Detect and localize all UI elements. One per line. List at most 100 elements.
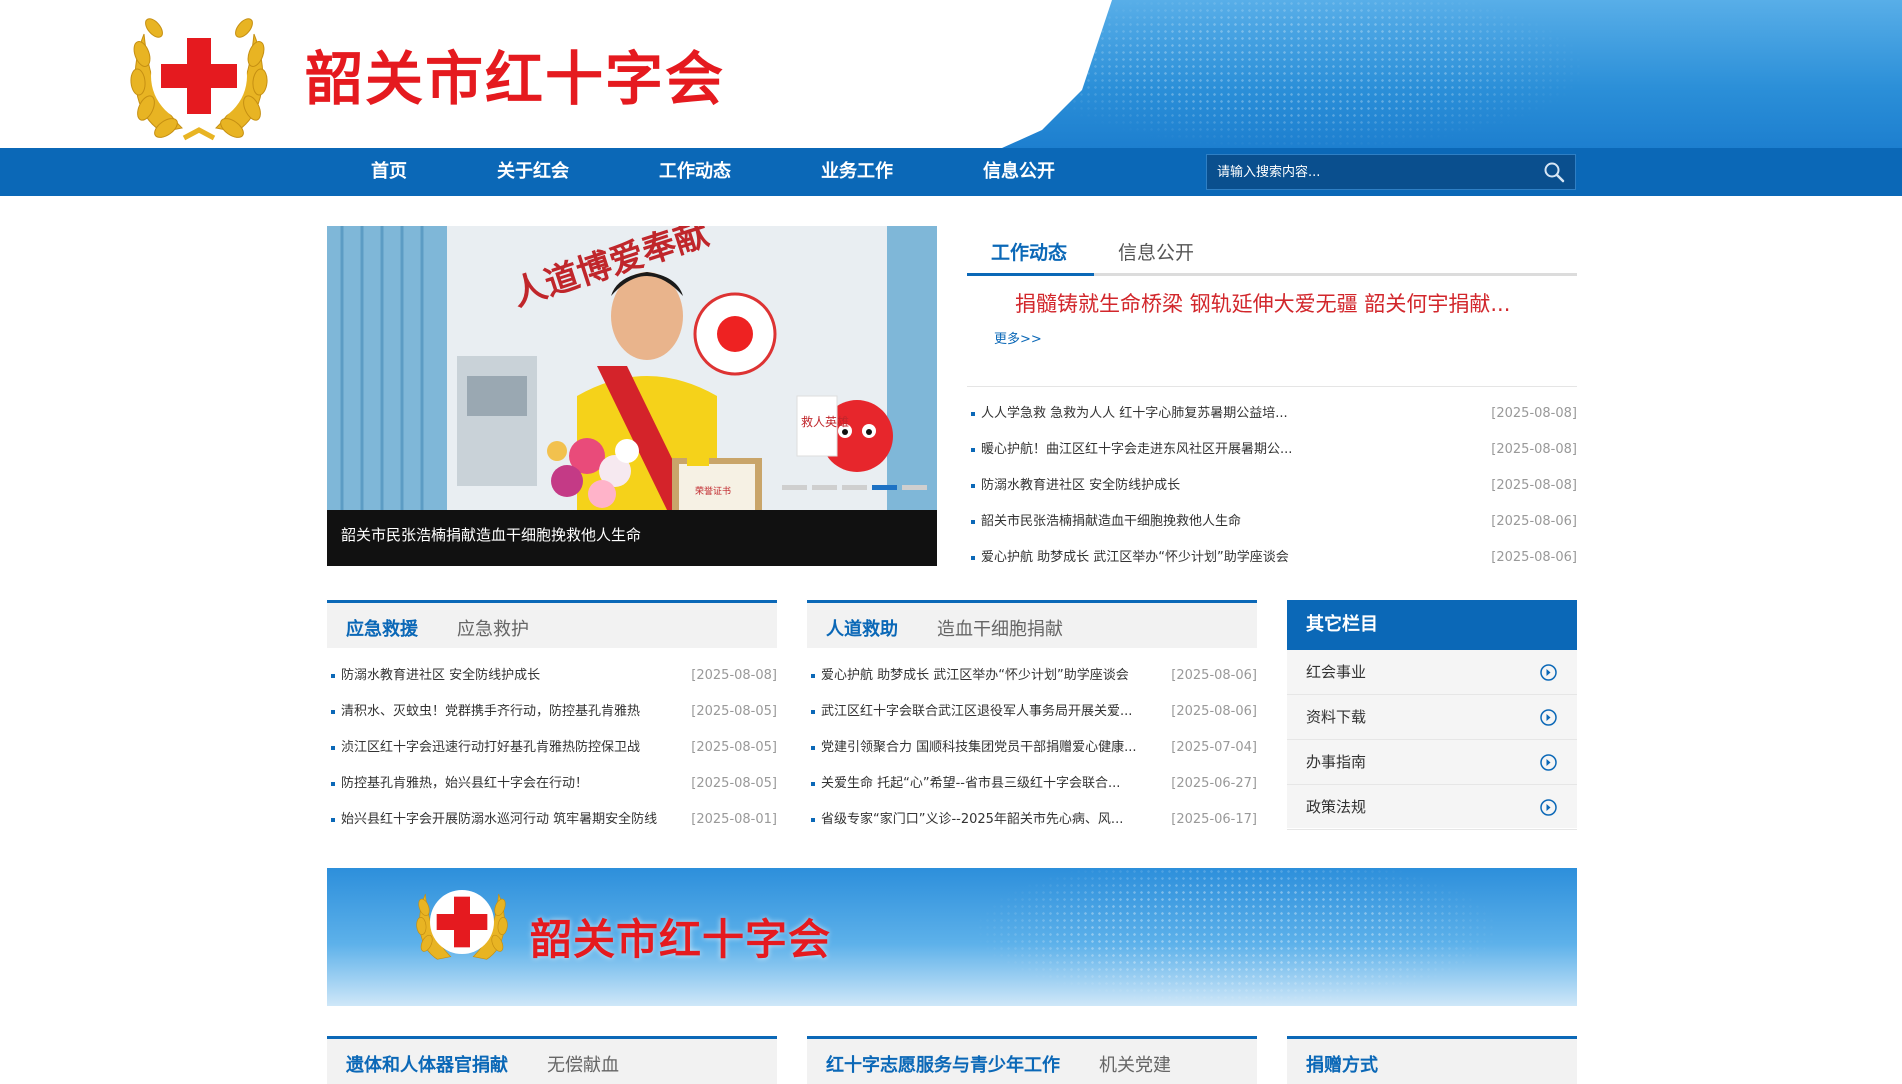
slide-dot-4[interactable] xyxy=(872,485,897,490)
item-title[interactable]: 始兴县红十字会开展防溺水巡河行动 筑牢暑期安全防线 xyxy=(341,802,681,838)
list-item[interactable]: 省级专家“家门口”义诊--2025年韶关市先心病、风... [2025-06-17… xyxy=(807,802,1257,838)
other-item-policies[interactable]: 政策法规 xyxy=(1287,785,1577,830)
list-item[interactable]: 韶关市民张浩楠捐献造血干细胞挽救他人生命 [2025-08-06] xyxy=(967,504,1577,540)
item-date: [2025-08-05] xyxy=(691,704,777,719)
section-emergency: 应急救援 应急救护 防溺水教育进社区 安全防线护成长 [2025-08-08] 清… xyxy=(327,600,777,840)
bullet-icon xyxy=(811,782,815,786)
search-icon[interactable] xyxy=(1541,159,1567,185)
list-item[interactable]: 党建引领聚合力 国顺科技集团党员干部捐赠爱心健康... [2025-07-04] xyxy=(807,730,1257,766)
tab-humanitarian-aid[interactable]: 人道救助 xyxy=(826,615,898,641)
list-item[interactable]: 防溺水教育进社区 安全防线护成长 [2025-08-08] xyxy=(967,468,1577,504)
section-header: 应急救援 应急救护 xyxy=(327,600,777,648)
slide-photo[interactable]: 人道博爱奉献 荣誉证书 救人英雄 xyxy=(327,226,937,510)
list-item[interactable]: 武江区红十字会联合武江区退役军人事务局开展关爱... [2025-08-06] xyxy=(807,694,1257,730)
slide-caption[interactable]: 韶关市民张浩楠捐献造血干细胞挽救他人生命 xyxy=(341,524,641,545)
active-tab-indicator xyxy=(967,273,1094,276)
other-item-label: 政策法规 xyxy=(1306,798,1367,816)
svg-text:荣誉证书: 荣誉证书 xyxy=(695,485,731,497)
slide-dot-1[interactable] xyxy=(782,485,807,490)
list-item[interactable]: 防控基孔肯雅热，始兴县红十字会在行动！ [2025-08-05] xyxy=(327,766,777,802)
section-header-donation-methods: 捐赠方式 xyxy=(1287,1036,1577,1084)
nav-item-about[interactable]: 关于红会 xyxy=(497,148,569,196)
slide-dot-5[interactable] xyxy=(902,485,927,490)
site-title: 韶关市红十字会 xyxy=(305,45,726,113)
bullet-icon xyxy=(811,746,815,750)
nav-item-home[interactable]: 首页 xyxy=(371,148,407,196)
item-title[interactable]: 爱心护航 助梦成长 武江区举办“怀少计划”助学座谈会 xyxy=(821,658,1161,694)
photo-slider[interactable]: 人道博爱奉献 荣誉证书 救人英雄 韶关市民张浩楠捐献造血干细胞挽救他人生命 xyxy=(327,226,937,566)
section-humanitarian: 人道救助 造血干细胞捐献 爱心护航 助梦成长 武江区举办“怀少计划”助学座谈会 [… xyxy=(807,600,1257,840)
item-title[interactable]: 浈江区红十字会迅速行动打好基孔肯雅热防控保卫战 xyxy=(341,730,681,766)
item-title[interactable]: 清积水、灭蚊虫！党群携手齐行动，防控基孔肯雅热 xyxy=(341,694,681,730)
item-title[interactable]: 武江区红十字会联合武江区退役军人事务局开展关爱... xyxy=(821,694,1161,730)
other-columns-panel: 其它栏目 红会事业 资料下载 办事指南 政策法规 xyxy=(1287,600,1577,830)
list-item[interactable]: 清积水、灭蚊虫！党群携手齐行动，防控基孔肯雅热 [2025-08-05] xyxy=(327,694,777,730)
other-item-red-cross-cause[interactable]: 红会事业 xyxy=(1287,650,1577,695)
list-item[interactable]: 防溺水教育进社区 安全防线护成长 [2025-08-08] xyxy=(327,658,777,694)
list-item[interactable]: 浈江区红十字会迅速行动打好基孔肯雅热防控保卫战 [2025-08-05] xyxy=(327,730,777,766)
item-date: [2025-08-01] xyxy=(691,812,777,827)
slide-dot-3[interactable] xyxy=(842,485,867,490)
item-date: [2025-08-05] xyxy=(691,776,777,791)
tab-blood-donation[interactable]: 无偿献血 xyxy=(547,1051,619,1077)
list-item[interactable]: 关爱生命 托起“心”希望--省市县三级红十字会联合... [2025-06-27] xyxy=(807,766,1257,802)
bullet-icon xyxy=(811,674,815,678)
tab-info-disclosure[interactable]: 信息公开 xyxy=(1118,238,1194,265)
divider xyxy=(967,386,1577,387)
other-item-label: 办事指南 xyxy=(1306,753,1367,771)
arrow-circle-right-icon xyxy=(1540,709,1557,726)
item-date: [2025-08-08] xyxy=(691,668,777,683)
promo-banner[interactable]: 韶关市红十字会 xyxy=(327,868,1577,1006)
tab-volunteer-youth[interactable]: 红十字志愿服务与青少年工作 xyxy=(826,1051,1060,1077)
slide-caption-bar: 韶关市民张浩楠捐献造血干细胞挽救他人生命 xyxy=(327,510,937,566)
nav-item-business[interactable]: 业务工作 xyxy=(821,148,893,196)
section-list: 防溺水教育进社区 安全防线护成长 [2025-08-08] 清积水、灭蚊虫！党群携… xyxy=(327,658,777,838)
section-header-organ-donation: 遗体和人体器官捐献 无偿献血 xyxy=(327,1036,777,1084)
item-title[interactable]: 党建引领聚合力 国顺科技集团党员干部捐赠爱心健康... xyxy=(821,730,1161,766)
item-title[interactable]: 省级专家“家门口”义诊--2025年韶关市先心病、风... xyxy=(821,802,1161,838)
tab-emergency-aid[interactable]: 应急救护 xyxy=(457,615,529,641)
item-title[interactable]: 防控基孔肯雅热，始兴县红十字会在行动！ xyxy=(341,766,681,802)
headline-news[interactable]: 捐髓铸就生命桥梁 钢轨延伸大爱无疆 韶关何宇捐献... xyxy=(1015,288,1510,318)
main-nav: 首页 关于红会 工作动态 业务工作 信息公开 xyxy=(0,148,1902,196)
other-item-service-guide[interactable]: 办事指南 xyxy=(1287,740,1577,785)
tab-stem-cell-donation[interactable]: 造血干细胞捐献 xyxy=(937,615,1063,641)
news-title[interactable]: 人人学急救 急救为人人 红十字心肺复苏暑期公益培... xyxy=(981,396,1288,432)
red-cross-laurel-logo-icon[interactable] xyxy=(124,4,274,148)
nav-item-work-news[interactable]: 工作动态 xyxy=(659,148,731,196)
nav-item-info-disclosure[interactable]: 信息公开 xyxy=(983,148,1055,196)
news-title[interactable]: 暖心护航！曲江区红十字会走进东风社区开展暑期公... xyxy=(981,432,1292,468)
other-item-label: 红会事业 xyxy=(1306,663,1367,681)
tab-emergency-rescue[interactable]: 应急救援 xyxy=(346,615,418,641)
list-item[interactable]: 爱心护航 助梦成长 武江区举办“怀少计划”助学座谈会 [2025-08-06] xyxy=(967,540,1577,576)
arrow-circle-right-icon xyxy=(1540,754,1557,771)
list-item[interactable]: 始兴县红十字会开展防溺水巡河行动 筑牢暑期安全防线 [2025-08-01] xyxy=(327,802,777,838)
other-item-downloads[interactable]: 资料下载 xyxy=(1287,695,1577,740)
tab-donation-methods[interactable]: 捐赠方式 xyxy=(1306,1051,1378,1077)
list-item[interactable]: 人人学急救 急救为人人 红十字心肺复苏暑期公益培... [2025-08-08] xyxy=(967,396,1577,432)
bullet-icon xyxy=(971,448,975,452)
svg-text:救人英雄: 救人英雄 xyxy=(801,414,849,429)
red-cross-laurel-logo-icon xyxy=(416,890,508,960)
news-title[interactable]: 韶关市民张浩楠捐献造血干细胞挽救他人生命 xyxy=(981,504,1241,540)
list-item[interactable]: 爱心护航 助梦成长 武江区举办“怀少计划”助学座谈会 [2025-08-06] xyxy=(807,658,1257,694)
tab-work-news[interactable]: 工作动态 xyxy=(991,238,1067,265)
more-link[interactable]: 更多>> xyxy=(994,328,1042,347)
news-title[interactable]: 爱心护航 助梦成长 武江区举办“怀少计划”助学座谈会 xyxy=(981,540,1289,576)
tab-organ-donation[interactable]: 遗体和人体器官捐献 xyxy=(346,1051,508,1077)
tab-party-building[interactable]: 机关党建 xyxy=(1099,1051,1171,1077)
slide-dot-2[interactable] xyxy=(812,485,837,490)
news-tabs: 工作动态 信息公开 xyxy=(967,226,1577,276)
list-item[interactable]: 暖心护航！曲江区红十字会走进东风社区开展暑期公... [2025-08-08] xyxy=(967,432,1577,468)
slide-pagination xyxy=(782,485,927,490)
bullet-icon xyxy=(331,782,335,786)
item-date: [2025-08-06] xyxy=(1171,704,1257,719)
search-input[interactable] xyxy=(1207,155,1527,189)
news-title[interactable]: 防溺水教育进社区 安全防线护成长 xyxy=(981,468,1180,504)
item-date: [2025-07-04] xyxy=(1171,740,1257,755)
bullet-icon xyxy=(971,412,975,416)
section-list: 爱心护航 助梦成长 武江区举办“怀少计划”助学座谈会 [2025-08-06] 武… xyxy=(807,658,1257,838)
bullet-icon xyxy=(971,556,975,560)
item-title[interactable]: 防溺水教育进社区 安全防线护成长 xyxy=(341,658,681,694)
item-title[interactable]: 关爱生命 托起“心”希望--省市县三级红十字会联合... xyxy=(821,766,1161,802)
